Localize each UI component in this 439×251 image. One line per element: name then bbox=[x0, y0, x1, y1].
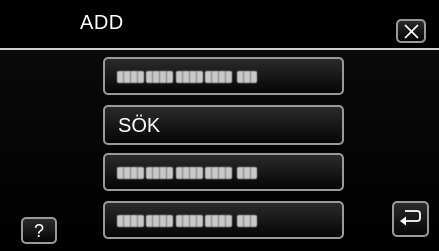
close-icon bbox=[404, 24, 419, 39]
close-button[interactable] bbox=[396, 19, 426, 43]
page-title: ADD bbox=[80, 12, 124, 34]
list-item-obscured-1[interactable] bbox=[103, 57, 344, 95]
obscured-text bbox=[117, 70, 257, 84]
list-item-sok[interactable]: SÖK bbox=[103, 105, 344, 145]
obscured-text bbox=[117, 166, 257, 180]
list-item-obscured-3[interactable] bbox=[103, 201, 344, 239]
header-bar: ADD bbox=[0, 0, 439, 50]
back-return-icon bbox=[400, 210, 421, 226]
obscured-text bbox=[117, 214, 257, 228]
list-item-obscured-2[interactable] bbox=[103, 153, 344, 191]
help-label: ? bbox=[33, 221, 44, 241]
help-button[interactable]: ? bbox=[21, 217, 57, 244]
back-button[interactable] bbox=[392, 201, 429, 237]
list-item-label: SÖK bbox=[118, 115, 161, 137]
